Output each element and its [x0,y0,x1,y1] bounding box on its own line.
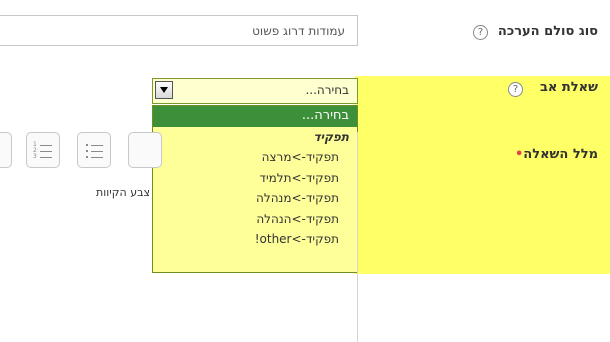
toolbar-button[interactable] [128,132,162,168]
parent-question-label: שאלת אב [540,80,598,95]
scale-type-help-icon[interactable]: ? [473,25,488,40]
question-text-editor: 1 2 3 צבע הקיוות [0,132,358,342]
question-text-label: מלל השאלה• [511,147,598,162]
dropdown-option[interactable]: בחירה... [153,106,357,127]
numbered-list-button[interactable]: 1 2 3 [26,132,60,168]
toolbar-button[interactable] [0,132,12,168]
chevron-down-icon [160,87,168,93]
parent-question-help-icon[interactable]: ? [508,82,523,97]
highlight-background [355,76,610,274]
parent-question-label-text: שאלת אב [540,80,598,95]
parent-question-select[interactable]: בחירה... [152,78,358,104]
bullet-list-button[interactable] [77,132,111,168]
dropdown-arrow-button[interactable] [155,81,173,99]
select-current-value: בחירה... [305,83,349,97]
scale-type-label-text: סוג סולם הערכה [497,24,598,39]
text-color-label[interactable]: צבע הקיוות [96,186,150,199]
scale-type-input[interactable] [0,15,358,46]
scale-type-label: סוג סולם הערכה [498,24,598,39]
question-text-label-text: מלל השאלה [523,147,598,162]
